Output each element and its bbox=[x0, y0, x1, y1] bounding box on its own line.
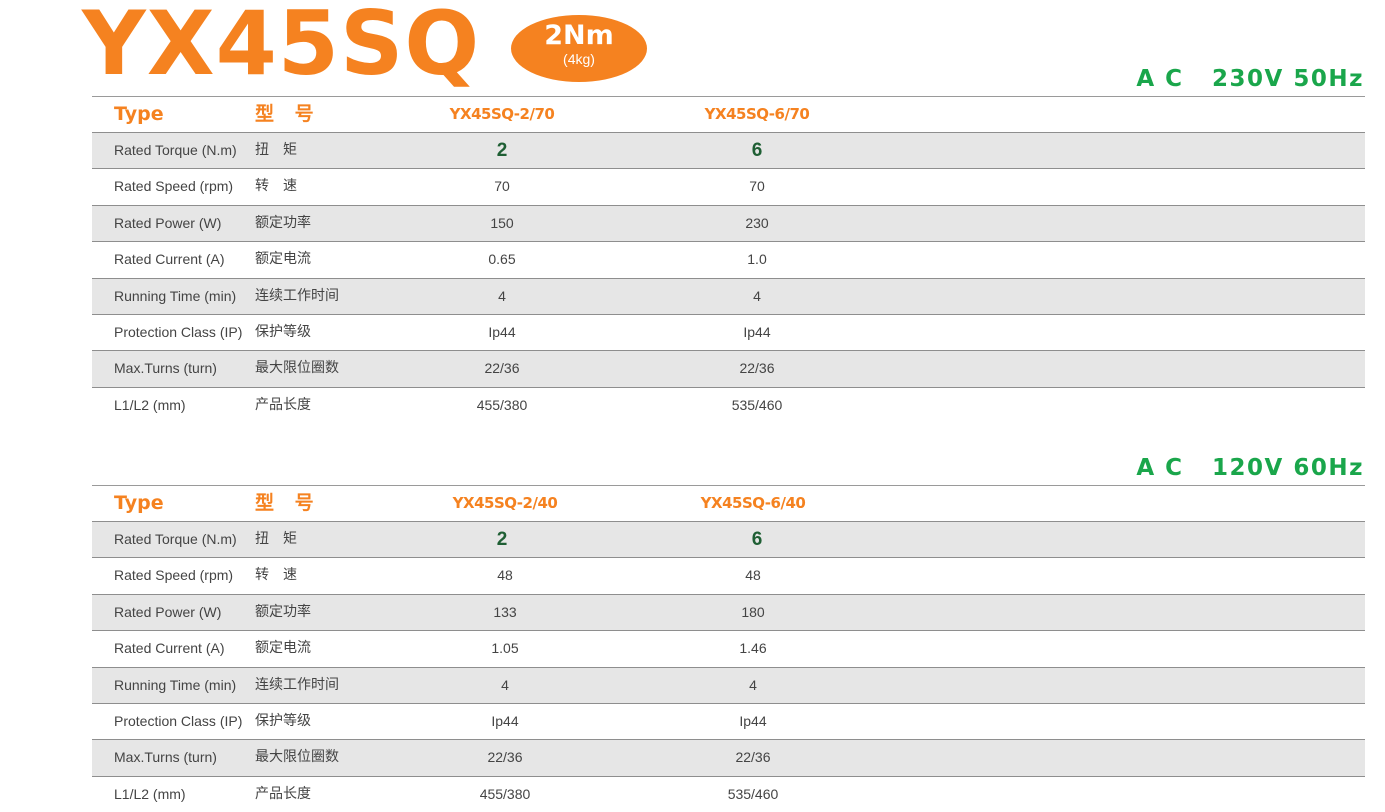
row-value: 70 bbox=[749, 178, 765, 195]
row-value: 22/36 bbox=[735, 749, 771, 766]
row-label-cn: 连续工作时间 bbox=[255, 287, 339, 304]
table-row: Running Time (min) 连续工作时间 4 4 bbox=[92, 278, 1365, 315]
row-label-en: Rated Speed (rpm) bbox=[114, 178, 234, 195]
row-label-cn: 产品长度 bbox=[255, 396, 311, 413]
row-value: 535/460 bbox=[731, 396, 783, 413]
voltage-label: A C 120V 60Hz bbox=[1136, 455, 1364, 481]
row-label-cn: 额定功率 bbox=[255, 214, 311, 231]
row-value: 133 bbox=[493, 603, 517, 620]
row-value: 0.65 bbox=[488, 251, 516, 268]
row-value: Ip44 bbox=[743, 323, 771, 340]
model-header: YX45SQ-6/70 bbox=[704, 105, 810, 123]
model-header: YX45SQ-6/40 bbox=[700, 494, 806, 512]
type-header-en: Type bbox=[114, 103, 164, 125]
table-row: Protection Class (IP) 保护等级 Ip44 Ip44 bbox=[92, 315, 1365, 352]
type-header-cn: 型 号 bbox=[255, 492, 321, 514]
row-label-cn: 产品长度 bbox=[255, 785, 311, 802]
row-label-cn: 扭 矩 bbox=[255, 142, 297, 158]
voltage-label: A C 230V 50Hz bbox=[1136, 66, 1364, 92]
row-label-cn: 转 速 bbox=[255, 567, 297, 584]
spec-table: Type 型 号 YX45SQ-2/40 YX45SQ-6/40 Rated T… bbox=[92, 485, 1365, 812]
row-label-en: L1/L2 (mm) bbox=[114, 396, 186, 413]
table-row: Max.Turns (turn) 最大限位圈数 22/36 22/36 bbox=[92, 351, 1365, 388]
row-value: 1.05 bbox=[491, 640, 519, 657]
row-value: 2 bbox=[496, 140, 508, 161]
model-header: YX45SQ-2/70 bbox=[449, 105, 555, 123]
row-value: 230 bbox=[745, 214, 769, 231]
row-label-cn: 最大限位圈数 bbox=[255, 749, 339, 766]
row-label-en: Rated Current (A) bbox=[114, 640, 225, 657]
table-row: Rated Power (W) 额定功率 150 230 bbox=[92, 205, 1365, 243]
row-value: 455/380 bbox=[476, 396, 528, 413]
row-value: 4 bbox=[749, 676, 757, 693]
row-value: 2 bbox=[496, 529, 508, 550]
row-label-en: Rated Torque (N.m) bbox=[114, 531, 237, 547]
row-label-cn: 保护等级 bbox=[255, 323, 311, 340]
row-value: 22/36 bbox=[739, 360, 775, 377]
row-label-en: Rated Current (A) bbox=[114, 251, 225, 268]
model-title: YX45SQ bbox=[82, 0, 481, 95]
row-value: 22/36 bbox=[484, 360, 520, 377]
row-value: 4 bbox=[498, 287, 506, 304]
row-label-en: Rated Torque (N.m) bbox=[114, 142, 237, 158]
table-row: Rated Torque (N.m) 扭 矩 2 6 bbox=[92, 133, 1365, 170]
row-value: 70 bbox=[494, 178, 510, 195]
row-label-cn: 额定功率 bbox=[255, 603, 311, 620]
row-label-en: L1/L2 (mm) bbox=[114, 785, 186, 802]
row-value: 180 bbox=[741, 603, 765, 620]
table-row: Rated Torque (N.m) 扭 矩 2 6 bbox=[92, 522, 1365, 559]
row-value: 1.0 bbox=[747, 251, 767, 268]
row-value: 6 bbox=[751, 140, 763, 161]
row-value: 22/36 bbox=[487, 749, 523, 766]
row-value: 6 bbox=[751, 529, 763, 550]
row-label-cn: 连续工作时间 bbox=[255, 676, 339, 693]
table-row: Rated Speed (rpm) 转 速 48 48 bbox=[92, 558, 1365, 595]
table-row: L1/L2 (mm) 产品长度 455/380 535/460 bbox=[92, 388, 1365, 424]
row-label-cn: 额定电流 bbox=[255, 251, 311, 268]
spec-table: Type 型 号 YX45SQ-2/70 YX45SQ-6/70 Rated T… bbox=[92, 96, 1365, 424]
row-label-cn: 保护等级 bbox=[255, 712, 311, 729]
row-label-cn: 额定电流 bbox=[255, 640, 311, 657]
row-value: 1.46 bbox=[739, 640, 767, 657]
table-row: Rated Current (A) 额定电流 1.05 1.46 bbox=[92, 631, 1365, 668]
row-label-en: Max.Turns (turn) bbox=[114, 749, 217, 766]
row-label-cn: 最大限位圈数 bbox=[255, 360, 339, 377]
row-value: 535/460 bbox=[727, 785, 779, 802]
table-row: Rated Power (W) 额定功率 133 180 bbox=[92, 594, 1365, 632]
table-row: Running Time (min) 连续工作时间 4 4 bbox=[92, 667, 1365, 704]
row-label-cn: 扭 矩 bbox=[255, 531, 297, 547]
table-row: Rated Speed (rpm) 转 速 70 70 bbox=[92, 169, 1365, 206]
row-value: Ip44 bbox=[739, 712, 767, 729]
row-label-en: Rated Power (W) bbox=[114, 214, 222, 231]
row-label-en: Protection Class (IP) bbox=[114, 712, 243, 729]
row-value: Ip44 bbox=[488, 323, 516, 340]
row-label-en: Max.Turns (turn) bbox=[114, 360, 217, 377]
table-row: Max.Turns (turn) 最大限位圈数 22/36 22/36 bbox=[92, 740, 1365, 777]
row-value: 48 bbox=[497, 567, 513, 584]
row-value: 4 bbox=[501, 676, 509, 693]
row-value: 4 bbox=[753, 287, 761, 304]
row-label-en: Running Time (min) bbox=[114, 287, 237, 304]
row-label-en: Rated Power (W) bbox=[114, 603, 222, 620]
row-label-en: Protection Class (IP) bbox=[114, 323, 243, 340]
table-header-row: Type 型 号 YX45SQ-2/40 YX45SQ-6/40 bbox=[92, 486, 1365, 522]
torque-badge-value: 2Nm bbox=[544, 20, 614, 51]
row-value: Ip44 bbox=[491, 712, 519, 729]
row-label-cn: 转 速 bbox=[255, 178, 297, 195]
torque-badge-weight: (4kg) bbox=[563, 51, 595, 67]
row-value: 150 bbox=[490, 214, 514, 231]
type-header-en: Type bbox=[114, 492, 164, 514]
row-label-en: Running Time (min) bbox=[114, 676, 237, 693]
torque-badge: 2Nm (4kg) bbox=[511, 15, 647, 82]
table-row: Protection Class (IP) 保护等级 Ip44 Ip44 bbox=[92, 704, 1365, 741]
row-value: 455/380 bbox=[479, 785, 531, 802]
row-value: 48 bbox=[745, 567, 761, 584]
type-header-cn: 型 号 bbox=[255, 103, 321, 125]
table-row: Rated Current (A) 额定电流 0.65 1.0 bbox=[92, 242, 1365, 279]
table-row: L1/L2 (mm) 产品长度 455/380 535/460 bbox=[92, 777, 1365, 812]
model-header: YX45SQ-2/40 bbox=[452, 494, 558, 512]
row-label-en: Rated Speed (rpm) bbox=[114, 567, 234, 584]
table-header-row: Type 型 号 YX45SQ-2/70 YX45SQ-6/70 bbox=[92, 97, 1365, 133]
